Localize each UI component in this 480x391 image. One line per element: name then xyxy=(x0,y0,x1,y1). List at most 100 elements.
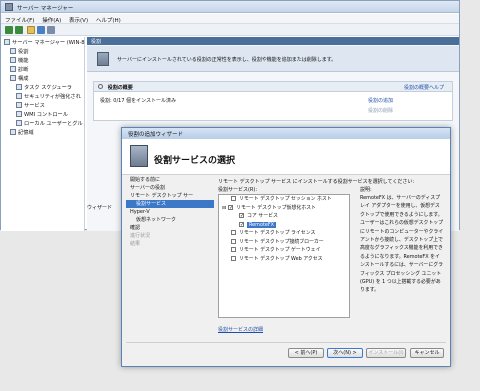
cancel-button[interactable]: キャンセル xyxy=(410,348,444,358)
checkbox[interactable] xyxy=(231,196,236,201)
role-service-item[interactable]: リモート デスクトップ セッション ホスト xyxy=(219,195,349,204)
role-service-label: リモート デスクトップ ライセンス xyxy=(239,230,316,236)
server-role-icon xyxy=(130,145,148,167)
back-arrow-icon[interactable] xyxy=(5,26,13,34)
role-service-item[interactable]: ⊟ リモート デスクトップ仮想化ホスト xyxy=(219,204,349,213)
remove-roles-link[interactable]: 役割の削除 xyxy=(368,107,393,114)
checkbox[interactable] xyxy=(231,247,236,252)
wizard-step[interactable]: 仮想ネットワーク xyxy=(126,216,214,224)
role-service-label: リモート デスクトップ セッション ホスト xyxy=(239,196,332,202)
tree-item-label: 診断 xyxy=(18,67,29,73)
more-info-link[interactable]: 役割サービスの詳細 xyxy=(218,326,263,333)
panel-header: 役割 xyxy=(87,37,459,45)
role-service-label: コア サービス xyxy=(247,213,278,219)
wizard-heading: 役割サービスの選択 xyxy=(154,156,236,166)
role-services-label: 役割サービス(R): xyxy=(218,187,258,193)
tree-node-icon xyxy=(16,102,22,108)
tree-item-label: WMI コントロール xyxy=(24,112,68,118)
tree-node-icon xyxy=(10,75,16,81)
role-service-item[interactable]: リモート デスクトップ Web アクセス xyxy=(219,255,349,264)
wizard-step[interactable]: 開始する前に xyxy=(126,176,214,184)
tree-node-icon xyxy=(16,111,22,117)
summary-header: 役割の概要 役割の概要ヘルプ xyxy=(94,82,452,92)
forward-arrow-icon[interactable] xyxy=(15,26,23,34)
tree-node-icon xyxy=(10,57,16,63)
wizard-step: 結果 xyxy=(130,241,141,247)
wizard-intro: リモート デスクトップ サービス にインストールする役割サービスを選択してくださ… xyxy=(218,179,415,185)
description-text: RemoteFX は、サーバーのディスプレイ アダプターを使用し、仮想デスクトッ… xyxy=(360,195,444,294)
wizard-title: 役割の追加ウィザード xyxy=(128,132,184,138)
window-title: サーバー マネージャー xyxy=(17,6,74,12)
checkbox[interactable] xyxy=(228,204,233,212)
role-service-item[interactable]: コア サービス xyxy=(219,212,349,221)
add-roles-link[interactable]: 役割の追加 xyxy=(368,97,393,104)
tree-item[interactable]: タスク スケジューラ xyxy=(1,84,84,93)
collapse-icon[interactable]: ⊟ xyxy=(222,205,226,211)
console-icon[interactable] xyxy=(47,26,55,34)
wizard-step[interactable]: 確認 xyxy=(126,224,214,232)
roles-count: 役割: 0/17 個をインストール済み xyxy=(100,98,176,104)
help-icon[interactable] xyxy=(37,26,45,34)
wizard-buttons: < 前へ(P) 次へ(N) > インストール(I) キャンセル xyxy=(122,348,450,366)
role-service-item[interactable]: リモート デスクトップ ゲートウェイ xyxy=(219,246,349,255)
tree-item-label: 記憶域 xyxy=(18,130,34,136)
tree-item[interactable]: 記憶域 xyxy=(1,129,84,138)
tree-item[interactable]: 機能 xyxy=(1,57,84,66)
role-service-item[interactable]: RemoteFX xyxy=(219,221,349,229)
wizard-step[interactable]: リモート デスクトップ サー xyxy=(126,192,214,200)
tree-item[interactable]: ローカル ユーザーとグル xyxy=(1,120,84,129)
tree-item-label: タスク スケジューラ xyxy=(24,85,72,91)
tree-item[interactable]: 構成 xyxy=(1,75,84,84)
checkbox[interactable] xyxy=(239,221,244,229)
back-button[interactable]: < 前へ(P) xyxy=(288,348,324,358)
tree-item-label: 機能 xyxy=(18,58,29,64)
tree-item[interactable]: WMI コントロール xyxy=(1,111,84,120)
role-service-label: RemoteFX xyxy=(247,221,277,228)
tree-item-label: ローカル ユーザーとグル xyxy=(24,121,83,127)
tree-node-icon xyxy=(10,66,16,72)
role-service-label: リモート デスクトップ Web アクセス xyxy=(239,255,323,262)
tree-item[interactable]: 診断 xyxy=(1,66,84,75)
tree-item-label: 構成 xyxy=(18,76,29,82)
checkbox[interactable] xyxy=(239,212,244,221)
role-service-item[interactable]: リモート デスクトップ ライセンス xyxy=(219,229,349,238)
tree-node-icon xyxy=(16,84,22,90)
wizard-steps: 開始する前に サーバーの役割 リモート デスクトップ サー 役割サービス Hyper-V… xyxy=(126,176,214,326)
tree-item[interactable]: セキュリティが強化され xyxy=(1,93,84,102)
role-service-label: リモート デスクトップ接続ブローカー xyxy=(239,238,324,245)
server-icon xyxy=(97,52,109,66)
roles-summary-section: 役割の概要 役割の概要ヘルプ 役割: 0/17 個をインストール済み 役割の追加… xyxy=(93,81,453,121)
navigation-tree: サーバー マネージャー (WIN-8 役割機能診断構成タスク スケジューラセキュリ… xyxy=(1,37,85,231)
title-bar: サーバー マネージャー xyxy=(1,1,459,13)
tree-item-label: サービス xyxy=(24,103,45,109)
banner-text: サーバーにインストールされている役割の正常性を表示し、役割や機能を追加または削除… xyxy=(117,57,337,63)
server-manager-icon xyxy=(5,3,13,11)
summary-title: 役割の概要 xyxy=(107,85,133,91)
tree-item[interactable]: サーバー マネージャー (WIN-8 xyxy=(1,39,85,48)
collapse-icon[interactable] xyxy=(98,84,103,89)
role-service-label: リモート デスクトップ ゲートウェイ xyxy=(239,247,321,253)
wizard-step[interactable]: サーバーの役割 xyxy=(126,184,214,192)
next-button[interactable]: 次へ(N) > xyxy=(327,348,363,358)
wizard-step[interactable]: Hyper-V xyxy=(126,208,214,216)
tree-item-label: セキュリティが強化され xyxy=(24,94,81,100)
role-services-list[interactable]: リモート デスクトップ セッション ホスト ⊟ リモート デスクトップ仮想化ホストコ… xyxy=(218,194,350,318)
wizard-header: 役割サービスの選択 xyxy=(122,139,450,175)
tree-node-icon xyxy=(16,120,22,126)
menu-bar: ファイル(F) 操作(A) 表示(V) ヘルプ(H) xyxy=(1,14,459,24)
wizard-step[interactable]: 役割サービス xyxy=(126,200,214,208)
folder-icon[interactable] xyxy=(27,26,35,34)
checkbox[interactable] xyxy=(231,255,236,261)
tree-node-icon xyxy=(16,93,22,99)
tree-item-label: 役割 xyxy=(18,49,29,55)
summary-help-link[interactable]: 役割の概要ヘルプ xyxy=(404,84,444,91)
tree-item-label: サーバー マネージャー (WIN-8 xyxy=(12,40,85,46)
install-button[interactable]: インストール(I) xyxy=(366,348,406,358)
role-service-item[interactable]: リモート デスクトップ接続ブローカー xyxy=(219,238,349,247)
description-label: 説明: xyxy=(360,187,372,193)
tree-item[interactable]: サービス xyxy=(1,102,84,111)
tree-item[interactable]: 役割 xyxy=(1,48,84,57)
checkbox[interactable] xyxy=(231,238,236,244)
status-text: ウィザード xyxy=(87,205,113,211)
checkbox[interactable] xyxy=(231,230,236,235)
